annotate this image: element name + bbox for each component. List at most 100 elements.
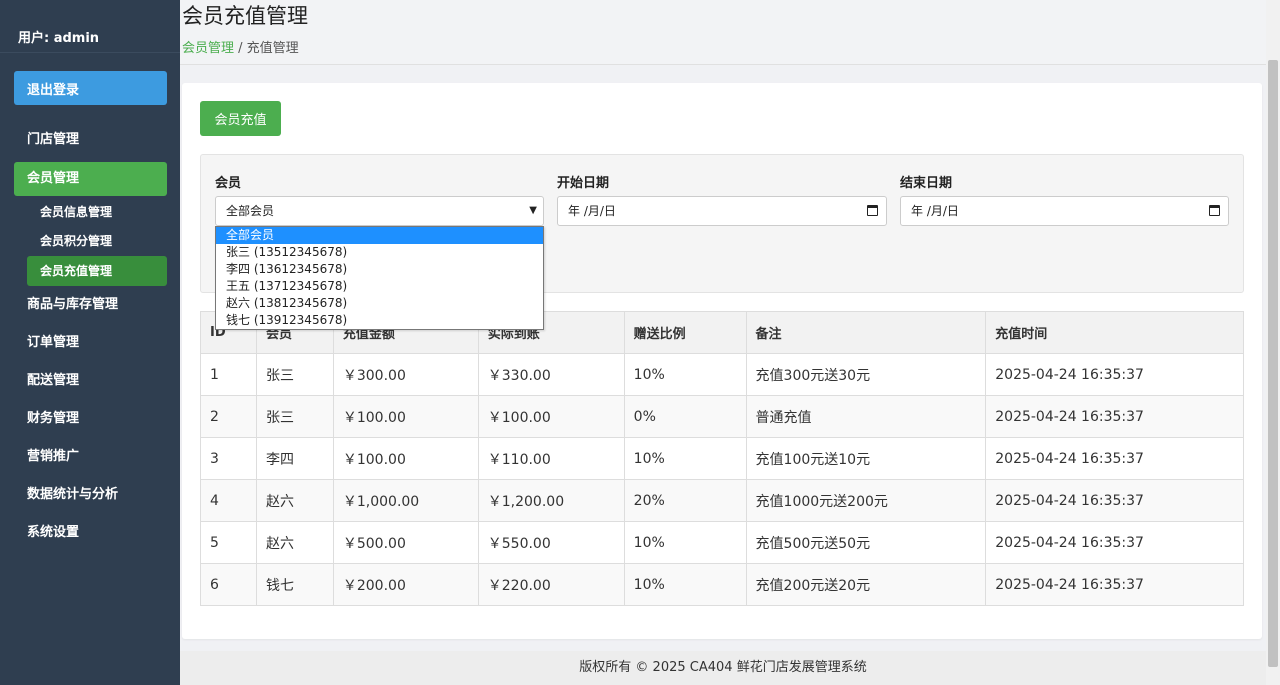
start-date-label: 开始日期	[557, 176, 610, 191]
cell-amount: ￥100.00	[332, 395, 479, 438]
current-user: 用户: admin	[0, 0, 180, 53]
cell-actual: ￥100.00	[477, 395, 625, 438]
cell-ratio: 10%	[623, 353, 747, 396]
cell-time: 2025-04-24 16:35:37	[985, 479, 1244, 522]
dropdown-option[interactable]: 王五 (13712345678)	[216, 278, 543, 295]
sidebar-item-delivery[interactable]: 配送管理	[14, 362, 167, 400]
start-date-value: 年 /月/日	[568, 204, 616, 218]
cell-id: 2	[200, 395, 257, 438]
dropdown-option[interactable]: 赵六 (13812345678)	[216, 295, 543, 312]
chevron-down-icon: ▼	[529, 205, 537, 216]
dropdown-option[interactable]: 张三 (13512345678)	[216, 244, 543, 261]
sidebar-item-statistics[interactable]: 数据统计与分析	[14, 476, 167, 514]
table-row: 3 李四 ￥100.00 ￥110.00 10% 充值100元送10元 2025…	[200, 437, 1244, 480]
table-row: 4 赵六 ￥1,000.00 ￥1,200.00 20% 充值1000元送200…	[200, 479, 1244, 522]
cell-member: 钱七	[255, 563, 334, 606]
cell-actual: ￥110.00	[477, 437, 625, 480]
scrollbar-thumb[interactable]	[1268, 60, 1278, 667]
recharge-table-wrap: ID 会员 充值金额 实际到账 赠送比例 备注 充值时间 1 张三 ￥300.0…	[200, 311, 1244, 606]
breadcrumb: 会员管理 / 充值管理	[182, 37, 299, 56]
cell-amount: ￥100.00	[332, 437, 479, 480]
app-root: 用户: admin 退出登录 门店管理 会员管理 会员信息管理 会员积分管理 会…	[0, 0, 1280, 685]
dropdown-option[interactable]: 钱七 (13912345678)	[216, 312, 543, 329]
calendar-icon[interactable]	[1209, 205, 1220, 216]
cell-remark: 充值300元送30元	[745, 353, 987, 396]
cell-id: 4	[200, 479, 257, 522]
dropdown-option[interactable]: 全部会员	[216, 227, 543, 244]
cell-amount: ￥200.00	[332, 563, 479, 606]
cell-ratio: 20%	[623, 479, 747, 522]
page-title: 会员充值管理	[182, 4, 308, 28]
cell-remark: 充值1000元送200元	[745, 479, 987, 522]
sidebar-subitem-member-points[interactable]: 会员积分管理	[27, 227, 167, 256]
content-card: 会员充值 会员 全部会员 ▼ 开始日期 年 /月/日 结束日期 年 /月/日 I…	[182, 83, 1262, 639]
member-select[interactable]: 全部会员 ▼	[215, 196, 544, 226]
sidebar-item-store[interactable]: 门店管理	[14, 121, 167, 159]
cell-actual: ￥220.00	[477, 563, 625, 606]
sidebar-item-finance[interactable]: 财务管理	[14, 400, 167, 438]
cell-actual: ￥330.00	[477, 353, 625, 396]
cell-member: 张三	[255, 353, 334, 396]
cell-remark: 充值100元送10元	[745, 437, 987, 480]
cell-id: 1	[200, 353, 257, 396]
sidebar-item-settings[interactable]: 系统设置	[14, 514, 167, 552]
member-select-dropdown[interactable]: 全部会员 张三 (13512345678) 李四 (13612345678) 王…	[215, 226, 544, 330]
sidebar-item-member[interactable]: 会员管理	[14, 162, 167, 196]
cell-ratio: 10%	[623, 437, 747, 480]
start-date-input[interactable]: 年 /月/日	[557, 196, 887, 226]
cell-remark: 充值500元送50元	[745, 521, 987, 564]
table-row: 2 张三 ￥100.00 ￥100.00 0% 普通充值 2025-04-24 …	[200, 395, 1244, 438]
cell-time: 2025-04-24 16:35:37	[985, 563, 1244, 606]
footer: 版权所有 © 2025 CA404 鲜花门店发展管理系统	[180, 651, 1266, 685]
logout-button[interactable]: 退出登录	[14, 71, 167, 105]
cell-amount: ￥300.00	[332, 353, 479, 396]
sidebar-subitem-member-recharge[interactable]: 会员充值管理	[27, 256, 167, 286]
page-header: 会员充值管理 会员管理 / 充值管理	[180, 0, 1266, 65]
cell-actual: ￥550.00	[477, 521, 625, 564]
sidebar-subitem-member-info[interactable]: 会员信息管理	[27, 198, 167, 227]
cell-member: 赵六	[255, 479, 334, 522]
cell-time: 2025-04-24 16:35:37	[985, 395, 1244, 438]
member-filter-label: 会员	[215, 176, 242, 191]
member-recharge-button[interactable]: 会员充值	[200, 101, 281, 136]
dropdown-option[interactable]: 李四 (13612345678)	[216, 261, 543, 278]
end-date-input[interactable]: 年 /月/日	[900, 196, 1229, 226]
breadcrumb-link-member[interactable]: 会员管理	[182, 41, 234, 56]
table-row: 6 钱七 ￥200.00 ￥220.00 10% 充值200元送20元 2025…	[200, 563, 1244, 606]
cell-ratio: 10%	[623, 563, 747, 606]
sidebar-item-goods-inventory[interactable]: 商品与库存管理	[14, 286, 167, 324]
cell-member: 李四	[255, 437, 334, 480]
cell-remark: 普通充值	[745, 395, 987, 438]
cell-time: 2025-04-24 16:35:37	[985, 521, 1244, 564]
cell-remark: 充值200元送20元	[745, 563, 987, 606]
cell-ratio: 0%	[623, 395, 747, 438]
sidebar-item-marketing[interactable]: 营销推广	[14, 438, 167, 476]
col-header-remark: 备注	[745, 311, 987, 354]
recharge-table: ID 会员 充值金额 实际到账 赠送比例 备注 充值时间 1 张三 ￥300.0…	[200, 311, 1244, 606]
cell-amount: ￥1,000.00	[332, 479, 479, 522]
cell-ratio: 10%	[623, 521, 747, 564]
cell-id: 3	[200, 437, 257, 480]
end-date-value: 年 /月/日	[911, 204, 959, 218]
breadcrumb-current: 充值管理	[246, 41, 299, 56]
cell-id: 6	[200, 563, 257, 606]
member-sub-nav: 会员信息管理 会员积分管理 会员充值管理	[0, 198, 180, 286]
table-row: 1 张三 ￥300.00 ￥330.00 10% 充值300元送30元 2025…	[200, 353, 1244, 396]
cell-amount: ￥500.00	[332, 521, 479, 564]
col-header-bonus-ratio: 赠送比例	[623, 311, 747, 354]
sidebar: 用户: admin 退出登录 门店管理 会员管理 会员信息管理 会员积分管理 会…	[0, 0, 180, 685]
cell-time: 2025-04-24 16:35:37	[985, 353, 1244, 396]
cell-id: 5	[200, 521, 257, 564]
breadcrumb-separator: /	[234, 41, 247, 56]
calendar-icon[interactable]	[867, 205, 878, 216]
sidebar-item-orders[interactable]: 订单管理	[14, 324, 167, 362]
cell-member: 张三	[255, 395, 334, 438]
page-scrollbar[interactable]	[1266, 0, 1280, 685]
col-header-time: 充值时间	[985, 311, 1244, 354]
member-select-value: 全部会员	[226, 204, 275, 218]
table-row: 5 赵六 ￥500.00 ￥550.00 10% 充值500元送50元 2025…	[200, 521, 1244, 564]
main-content: 会员充值管理 会员管理 / 充值管理 会员充值 会员 全部会员 ▼ 开始日期 年…	[180, 0, 1266, 685]
cell-time: 2025-04-24 16:35:37	[985, 437, 1244, 480]
sidebar-nav: 门店管理 会员管理 会员信息管理 会员积分管理 会员充值管理 商品与库存管理 订…	[0, 121, 180, 552]
end-date-label: 结束日期	[900, 176, 953, 191]
